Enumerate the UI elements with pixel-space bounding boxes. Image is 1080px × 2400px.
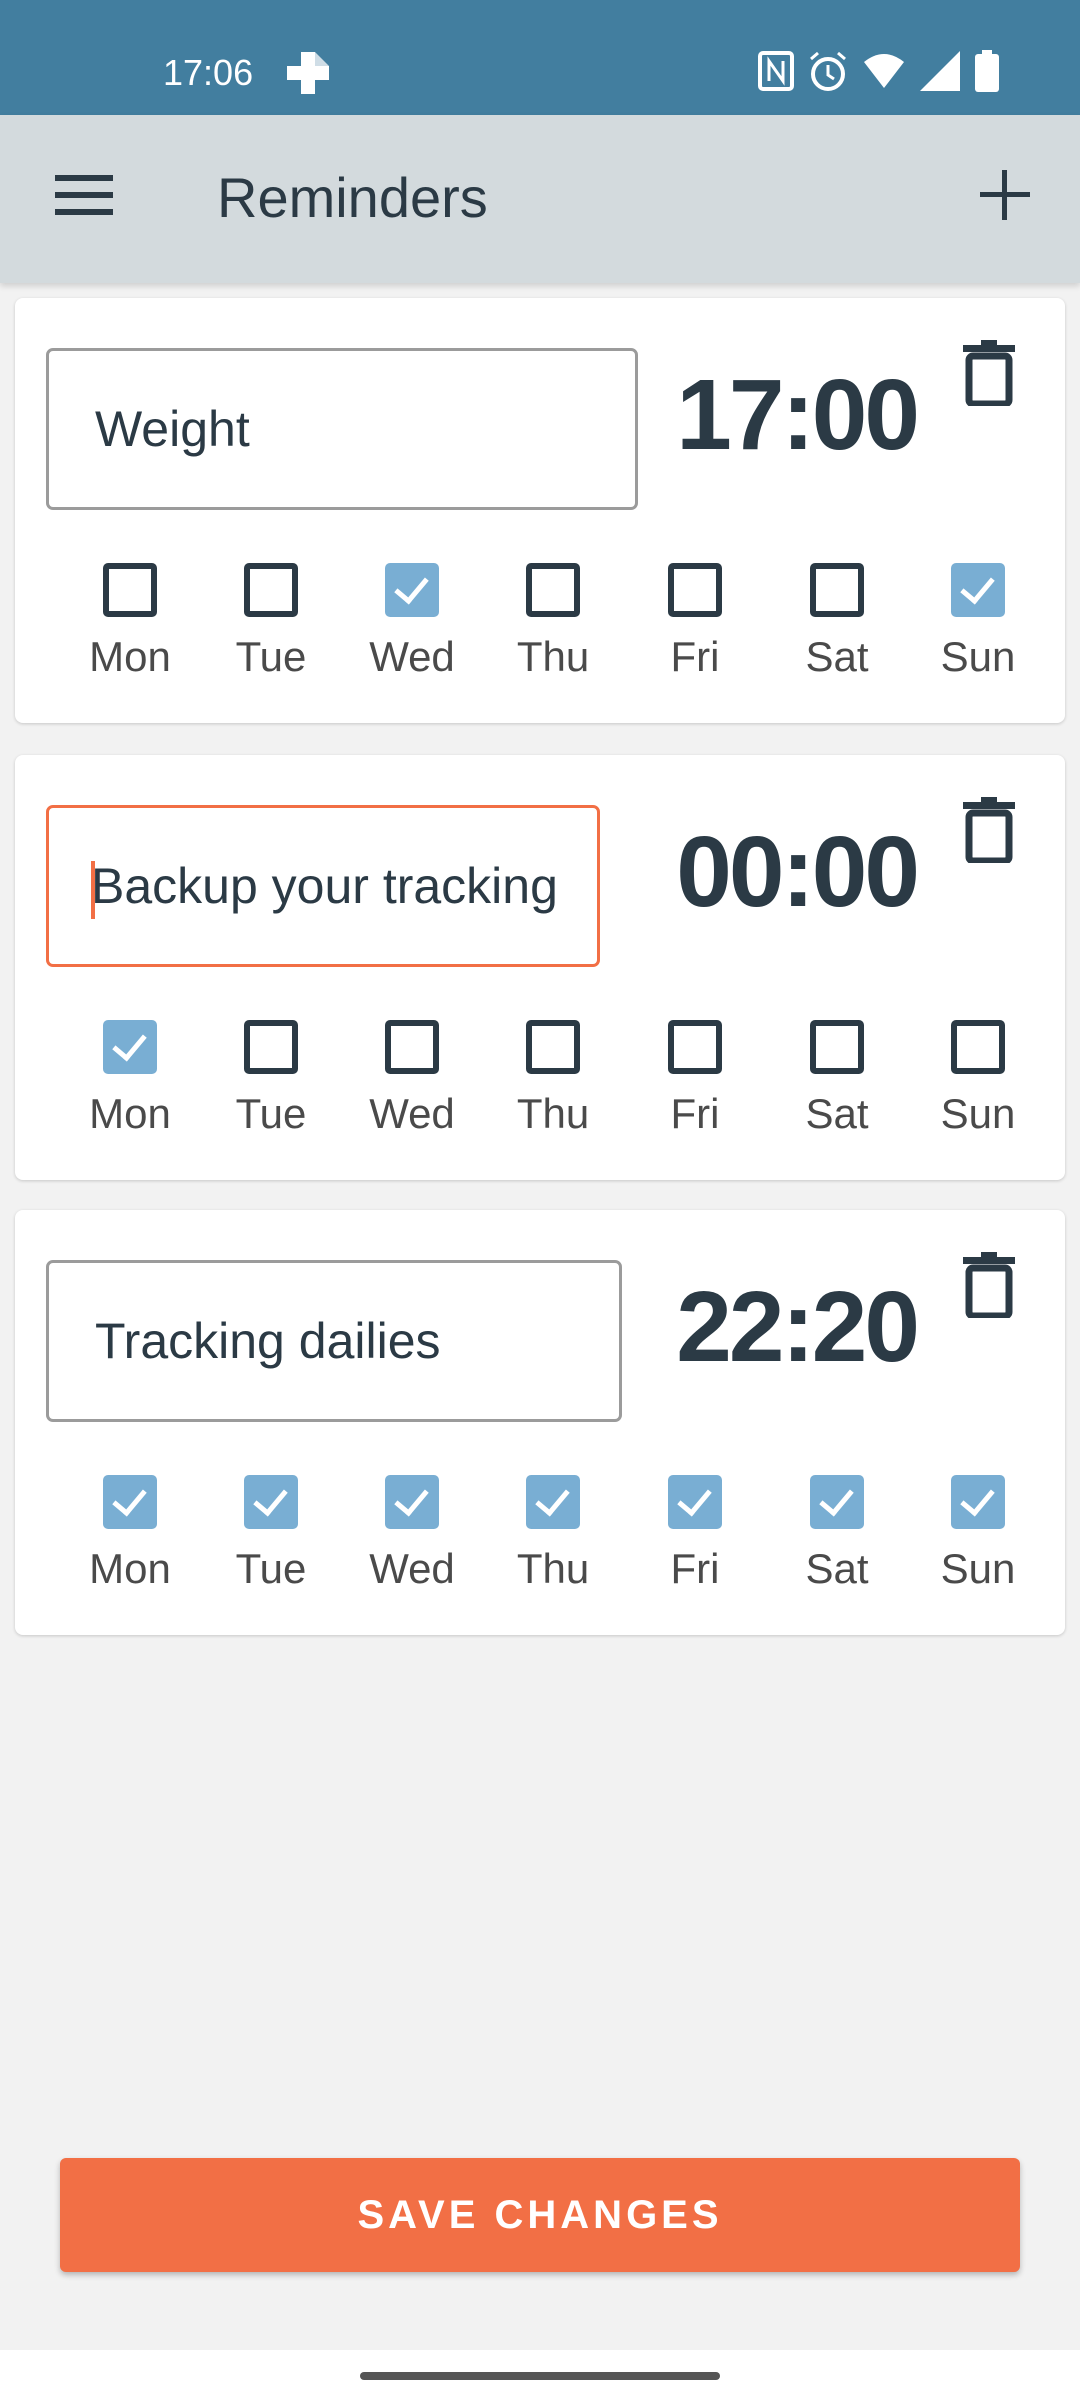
- day-label: Sat: [805, 633, 869, 680]
- day-checkbox-wed[interactable]: Wed: [352, 563, 472, 681]
- wifi-icon: [864, 54, 904, 88]
- checkbox-unchecked-icon[interactable]: [385, 1020, 439, 1074]
- delete-icon[interactable]: [963, 340, 1015, 406]
- reminder-card: Tracking dailies 22:20 Mon Tue Wed Thu Fri Sa…: [15, 1210, 1065, 1635]
- checkbox-unchecked-icon[interactable]: [526, 1020, 580, 1074]
- day-label: Mon: [89, 1545, 171, 1592]
- checkbox-checked-icon[interactable]: [244, 1475, 298, 1529]
- day-checkbox-wed[interactable]: Wed: [352, 1020, 472, 1138]
- reminder-name-value: Tracking dailies: [95, 1313, 441, 1369]
- checkbox-unchecked-icon[interactable]: [103, 563, 157, 617]
- checkbox-unchecked-icon[interactable]: [810, 1020, 864, 1074]
- day-label: Mon: [89, 633, 171, 680]
- delete-icon[interactable]: [963, 797, 1015, 863]
- status-time: 17:06: [163, 52, 254, 93]
- nfc-icon: [758, 51, 794, 91]
- checkbox-unchecked-icon[interactable]: [244, 1020, 298, 1074]
- day-label: Tue: [235, 1090, 307, 1137]
- app-notification-icon: [287, 52, 329, 94]
- day-checkbox-sun[interactable]: Sun: [918, 1475, 1038, 1593]
- reminder-time[interactable]: 17:00: [676, 358, 920, 473]
- checkbox-checked-icon[interactable]: [951, 563, 1005, 617]
- checkbox-checked-icon[interactable]: [385, 563, 439, 617]
- gesture-handle[interactable]: [360, 2372, 720, 2380]
- day-label: Sun: [940, 1090, 1016, 1137]
- day-label: Fri: [670, 1545, 720, 1592]
- day-checkbox-sat[interactable]: Sat: [777, 1020, 897, 1138]
- day-checkbox-fri[interactable]: Fri: [635, 1475, 755, 1593]
- day-checkbox-sat[interactable]: Sat: [777, 1475, 897, 1593]
- day-label: Sun: [940, 1545, 1016, 1592]
- checkbox-checked-icon[interactable]: [668, 1475, 722, 1529]
- signal-icon: [920, 51, 960, 91]
- reminder-name-value: Weight: [95, 401, 250, 457]
- day-label: Sat: [805, 1545, 869, 1592]
- day-label: Fri: [670, 633, 720, 680]
- day-label: Mon: [89, 1090, 171, 1137]
- day-label: Tue: [235, 1545, 307, 1592]
- day-checkbox-tue[interactable]: Tue: [211, 1475, 331, 1593]
- day-label: Thu: [516, 1545, 590, 1592]
- checkbox-checked-icon[interactable]: [810, 1475, 864, 1529]
- day-checkbox-wed[interactable]: Wed: [352, 1475, 472, 1593]
- navigation-bar: [0, 2350, 1080, 2400]
- day-checkbox-mon[interactable]: Mon: [70, 563, 190, 681]
- reminder-name-value: Backup your tracking: [91, 858, 558, 914]
- page-title: Reminders: [217, 166, 488, 229]
- add-reminder-icon[interactable]: [980, 170, 1030, 220]
- reminder-name-input[interactable]: Backup your tracking: [46, 805, 600, 967]
- reminder-card: Backup your tracking 00:00 Mon Tue Wed Thu F…: [15, 755, 1065, 1180]
- reminder-time[interactable]: 00:00: [676, 815, 920, 930]
- app-bar: Reminders: [0, 115, 1080, 283]
- checkbox-checked-icon[interactable]: [526, 1475, 580, 1529]
- checkbox-unchecked-icon[interactable]: [244, 563, 298, 617]
- reminder-name-input[interactable]: Weight: [46, 348, 638, 510]
- day-checkbox-sun[interactable]: Sun: [918, 563, 1038, 681]
- checkbox-unchecked-icon[interactable]: [526, 563, 580, 617]
- day-label: Wed: [369, 1090, 455, 1137]
- checkbox-unchecked-icon[interactable]: [668, 563, 722, 617]
- day-checkbox-fri[interactable]: Fri: [635, 563, 755, 681]
- day-label: Wed: [369, 633, 455, 680]
- day-checkbox-mon[interactable]: Mon: [70, 1020, 190, 1138]
- day-checkbox-fri[interactable]: Fri: [635, 1020, 755, 1138]
- reminder-time[interactable]: 22:20: [676, 1270, 920, 1385]
- checkbox-checked-icon[interactable]: [103, 1475, 157, 1529]
- status-bar: 17:06: [0, 0, 1080, 115]
- day-checkbox-thu[interactable]: Thu: [493, 563, 613, 681]
- save-changes-button[interactable]: SAVE CHANGES: [60, 2158, 1020, 2272]
- reminder-name-input[interactable]: Tracking dailies: [46, 1260, 622, 1422]
- day-label: Sun: [940, 633, 1016, 680]
- day-checkbox-sat[interactable]: Sat: [777, 563, 897, 681]
- day-checkbox-thu[interactable]: Thu: [493, 1475, 613, 1593]
- delete-icon[interactable]: [963, 1252, 1015, 1318]
- day-label: Wed: [369, 1545, 455, 1592]
- checkbox-checked-icon[interactable]: [103, 1020, 157, 1074]
- checkbox-unchecked-icon[interactable]: [951, 1020, 1005, 1074]
- day-checkbox-mon[interactable]: Mon: [70, 1475, 190, 1593]
- checkbox-unchecked-icon[interactable]: [810, 563, 864, 617]
- day-checkbox-tue[interactable]: Tue: [211, 563, 331, 681]
- battery-icon: [975, 50, 999, 92]
- reminder-card: Weight 17:00 Mon Tue Wed Thu Fri Sat Sun: [15, 298, 1065, 723]
- day-label: Fri: [670, 1090, 720, 1137]
- checkbox-checked-icon[interactable]: [951, 1475, 1005, 1529]
- day-label: Sat: [805, 1090, 869, 1137]
- day-checkbox-thu[interactable]: Thu: [493, 1020, 613, 1138]
- checkbox-checked-icon[interactable]: [385, 1475, 439, 1529]
- day-label: Thu: [516, 633, 590, 680]
- day-label: Thu: [516, 1090, 590, 1137]
- day-checkbox-sun[interactable]: Sun: [918, 1020, 1038, 1138]
- day-label: Tue: [235, 633, 307, 680]
- menu-icon[interactable]: [55, 175, 113, 215]
- day-checkbox-tue[interactable]: Tue: [211, 1020, 331, 1138]
- alarm-icon: [810, 51, 846, 91]
- checkbox-unchecked-icon[interactable]: [668, 1020, 722, 1074]
